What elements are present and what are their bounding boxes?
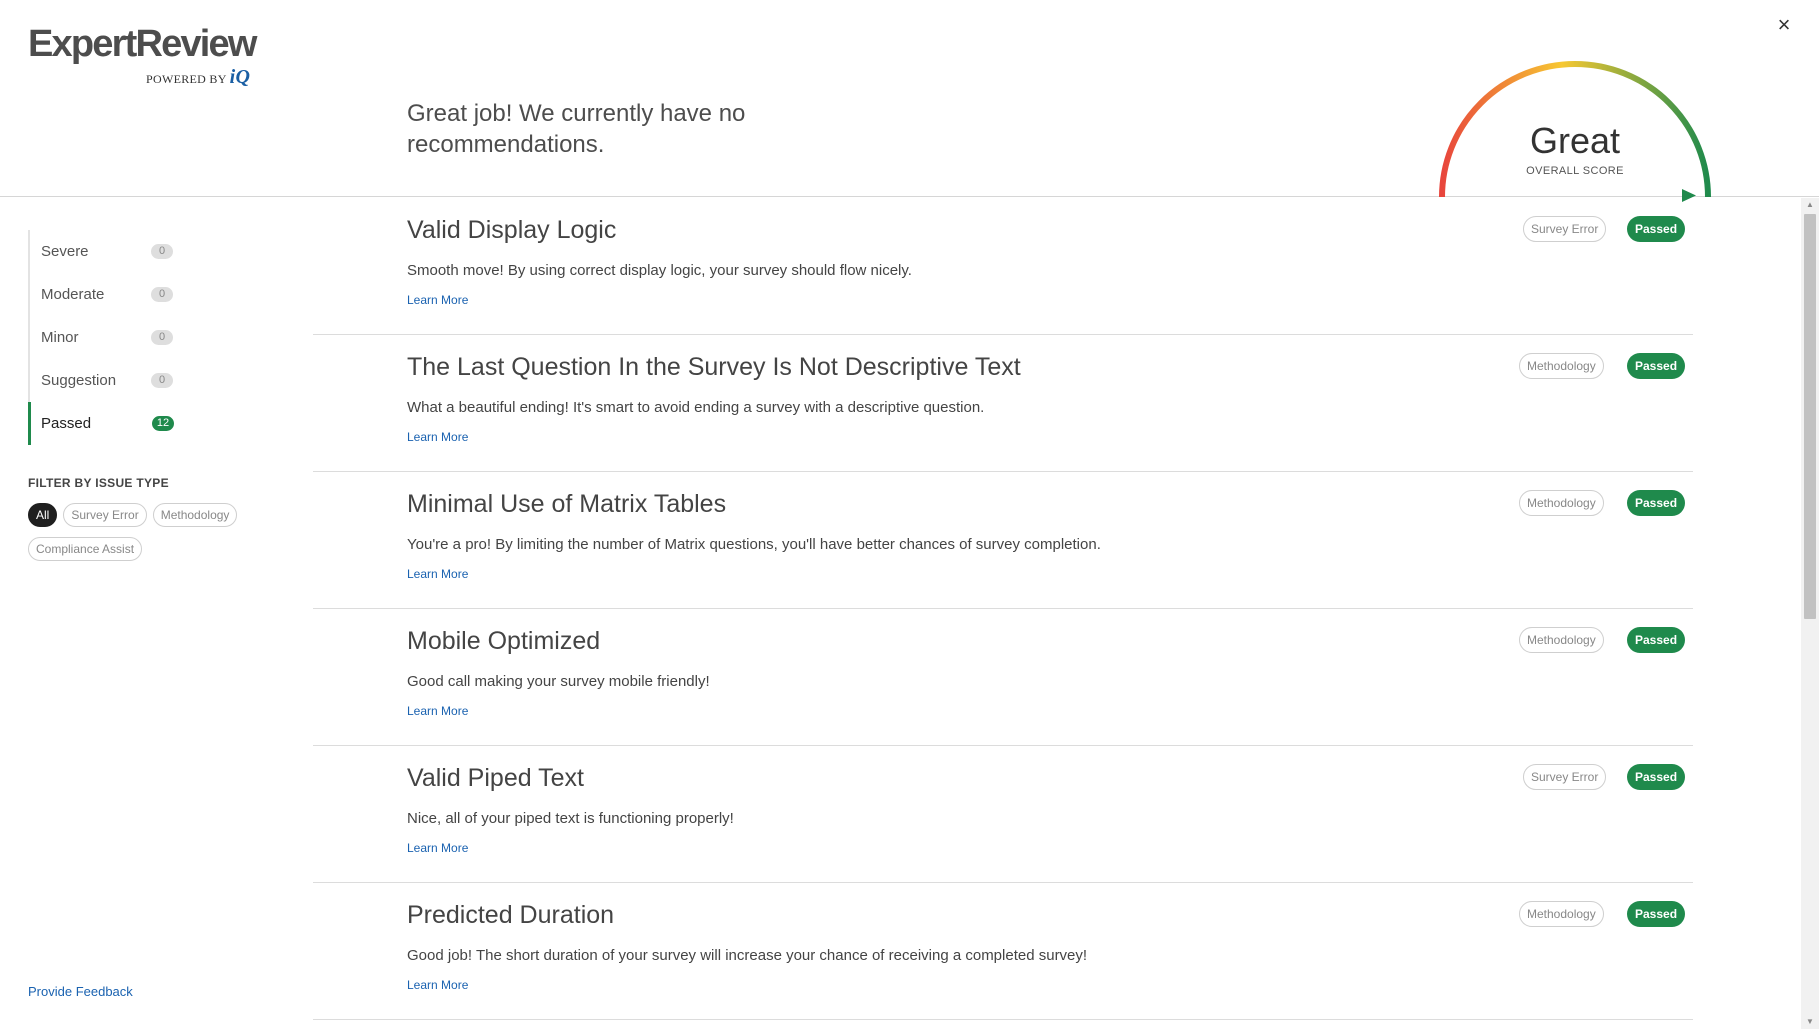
filter-chip-compliance-assist[interactable]: Compliance Assist bbox=[28, 537, 143, 561]
review-item-title: Mobile Optimized bbox=[407, 627, 601, 655]
severity-item-moderate[interactable]: Moderate 0 bbox=[30, 273, 268, 316]
severity-count-badge: 0 bbox=[151, 244, 173, 259]
passed-status-badge: Passed bbox=[1627, 901, 1686, 927]
logo-powered-by: POWERED BY iQ bbox=[146, 66, 250, 89]
review-item-title: Predicted Duration bbox=[407, 901, 615, 929]
expert-review-page: ExpertReview POWERED BY iQ × Great job! W… bbox=[0, 0, 1819, 1029]
learn-more-link[interactable]: Learn More bbox=[407, 567, 468, 581]
review-item-description: Good job! The short duration of your sur… bbox=[407, 947, 1088, 964]
score-label: Great bbox=[1529, 120, 1621, 161]
review-item-description: What a beautiful ending! It's smart to a… bbox=[407, 399, 985, 416]
severity-label: Moderate bbox=[41, 286, 105, 303]
learn-more-link[interactable]: Learn More bbox=[407, 704, 468, 718]
review-item-description: You're a pro! By limiting the number of … bbox=[407, 536, 1101, 553]
issue-type-tag: Methodology bbox=[1519, 353, 1604, 379]
filter-title: FILTER BY ISSUE TYPE bbox=[28, 476, 169, 490]
passed-status-badge: Passed bbox=[1627, 627, 1686, 653]
severity-list: Severe 0 Moderate 0 Minor 0 Suggestion 0… bbox=[28, 230, 268, 445]
summary-message: Great job! We currently have no recommen… bbox=[407, 100, 746, 158]
severity-label: Minor bbox=[41, 329, 79, 346]
issue-type-tag: Methodology bbox=[1519, 627, 1604, 653]
powered-by-text: POWERED BY bbox=[146, 72, 227, 86]
issue-type-tag: Methodology bbox=[1519, 490, 1604, 516]
review-list: Valid Display Logic Smooth move! By usin… bbox=[313, 198, 1693, 1029]
learn-more-link[interactable]: Learn More bbox=[407, 841, 468, 855]
issue-type-tag: Survey Error bbox=[1523, 764, 1607, 790]
close-icon[interactable]: × bbox=[1771, 12, 1797, 38]
review-item: Valid Display Logic Smooth move! By usin… bbox=[313, 198, 1693, 335]
header: ExpertReview POWERED BY iQ × Great job! W… bbox=[0, 0, 1819, 202]
provide-feedback-link[interactable]: Provide Feedback bbox=[28, 984, 133, 999]
scroll-up-arrow-icon[interactable]: ▲ bbox=[1801, 198, 1819, 212]
sidebar: Severe 0 Moderate 0 Minor 0 Suggestion 0… bbox=[28, 230, 268, 561]
scroll-thumb[interactable] bbox=[1804, 214, 1816, 619]
review-item: Valid Piped Text Nice, all of your piped… bbox=[313, 746, 1693, 883]
severity-item-passed[interactable]: Passed 12 bbox=[28, 402, 268, 445]
review-item: Minimal Use of Matrix Tables You're a pr… bbox=[313, 472, 1693, 609]
passed-status-badge: Passed bbox=[1627, 353, 1686, 379]
severity-count-badge: 12 bbox=[152, 416, 174, 431]
learn-more-link[interactable]: Learn More bbox=[407, 430, 468, 444]
passed-status-badge: Passed bbox=[1627, 490, 1686, 516]
severity-label: Passed bbox=[41, 415, 92, 432]
review-item-description: Good call making your survey mobile frie… bbox=[407, 673, 710, 690]
review-item-description: Smooth move! By using correct display lo… bbox=[407, 262, 912, 279]
passed-status-badge: Passed bbox=[1627, 764, 1686, 790]
review-item: Mobile Optimized Good call making your s… bbox=[313, 609, 1693, 746]
review-item-title: Valid Display Logic bbox=[407, 216, 617, 244]
severity-count-badge: 0 bbox=[151, 330, 173, 345]
severity-count-badge: 0 bbox=[151, 287, 173, 302]
scroll-down-arrow-icon[interactable]: ▼ bbox=[1801, 1015, 1819, 1029]
review-item: The Last Question In the Survey Is Not D… bbox=[313, 335, 1693, 472]
review-item: Predicted Duration Good job! The short d… bbox=[313, 883, 1693, 1020]
logo-brand: ExpertReview bbox=[28, 23, 257, 65]
score-sub-label: OVERALL SCORE bbox=[1526, 165, 1624, 177]
review-item-title: Valid Piped Text bbox=[407, 764, 584, 792]
review-item-description: Nice, all of your piped text is function… bbox=[407, 810, 734, 827]
severity-item-suggestion[interactable]: Suggestion 0 bbox=[30, 359, 268, 402]
severity-label: Suggestion bbox=[41, 372, 117, 389]
filter-chips: All Survey Error Methodology Compliance … bbox=[28, 503, 268, 561]
review-item-title: Minimal Use of Matrix Tables bbox=[407, 490, 727, 518]
review-item-title: The Last Question In the Survey Is Not D… bbox=[407, 353, 1021, 381]
iq-logo-text: iQ bbox=[229, 66, 251, 88]
issue-type-tag: Methodology bbox=[1519, 901, 1604, 927]
issue-type-tag: Survey Error bbox=[1523, 216, 1607, 242]
passed-status-badge: Passed bbox=[1627, 216, 1686, 242]
severity-item-severe[interactable]: Severe 0 bbox=[30, 230, 268, 273]
learn-more-link[interactable]: Learn More bbox=[407, 978, 468, 992]
severity-item-minor[interactable]: Minor 0 bbox=[30, 316, 268, 359]
filter-chip-survey-error[interactable]: Survey Error bbox=[63, 503, 147, 527]
vertical-scrollbar[interactable]: ▲ ▼ bbox=[1801, 198, 1819, 1029]
overall-score-gauge: Great OVERALL SCORE bbox=[1434, 54, 1716, 204]
logo: ExpertReview POWERED BY iQ bbox=[28, 22, 257, 88]
severity-count-badge: 0 bbox=[151, 373, 173, 388]
learn-more-link[interactable]: Learn More bbox=[407, 293, 468, 307]
filter-chip-methodology[interactable]: Methodology bbox=[152, 503, 238, 527]
filter-chip-all[interactable]: All bbox=[28, 503, 58, 527]
severity-label: Severe bbox=[41, 243, 89, 260]
